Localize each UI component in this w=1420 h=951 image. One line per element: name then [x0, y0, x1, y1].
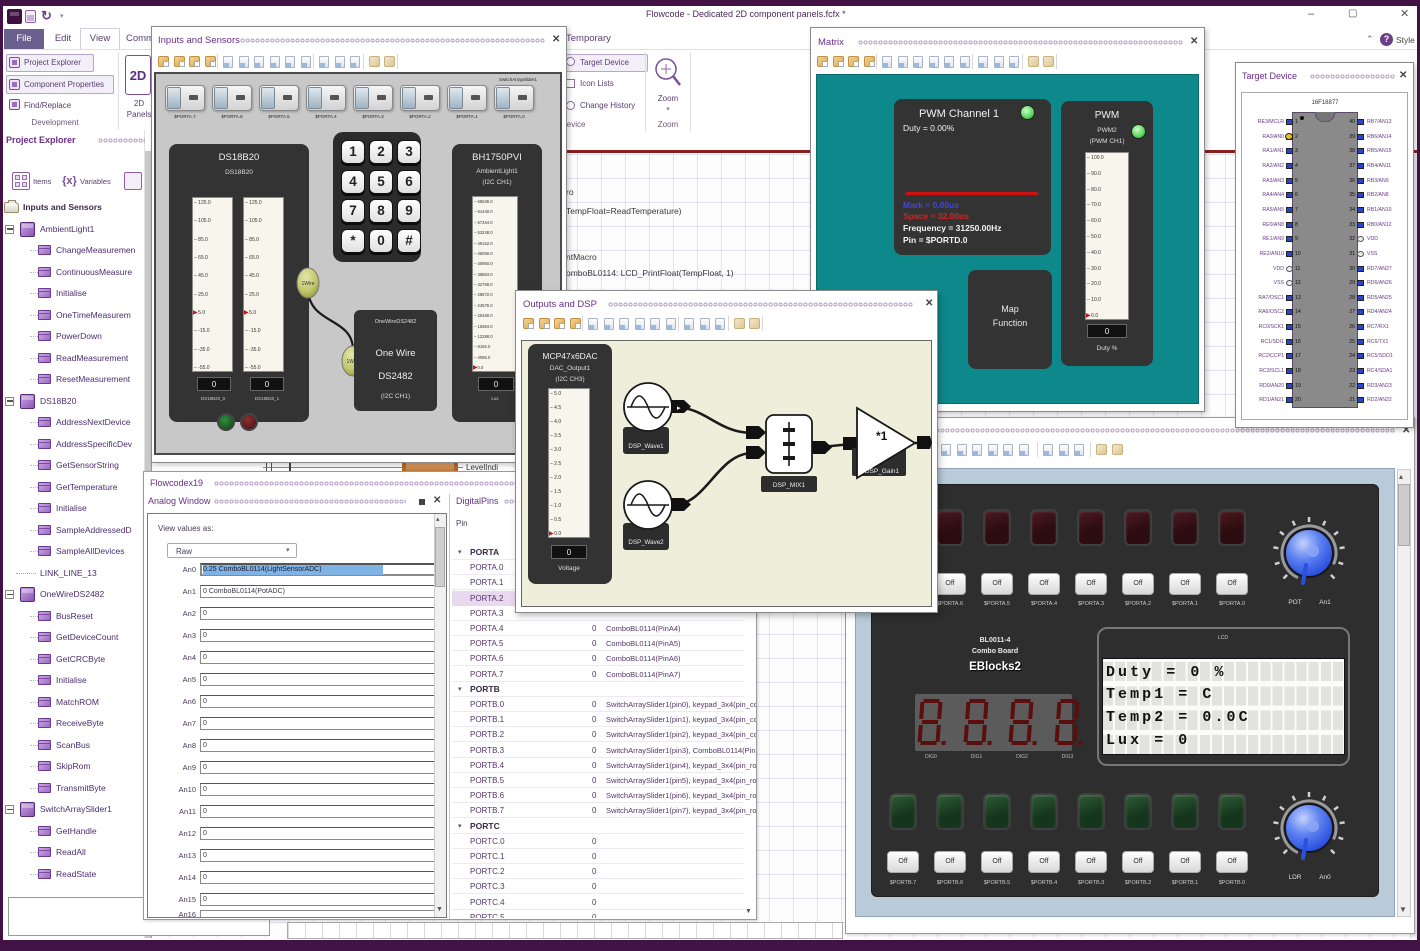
svg-text:*1: *1 — [876, 429, 888, 443]
svg-text:DSP_Wave1: DSP_Wave1 — [628, 443, 664, 450]
svg-text:DSP_Gain1: DSP_Gain1 — [865, 468, 900, 475]
svg-text:1Wire: 1Wire — [301, 281, 314, 287]
svg-text:DSP_Wave2: DSP_Wave2 — [628, 539, 664, 546]
svg-text:DSP_MIX1: DSP_MIX1 — [773, 482, 806, 489]
svg-text:▸: ▸ — [677, 405, 681, 412]
